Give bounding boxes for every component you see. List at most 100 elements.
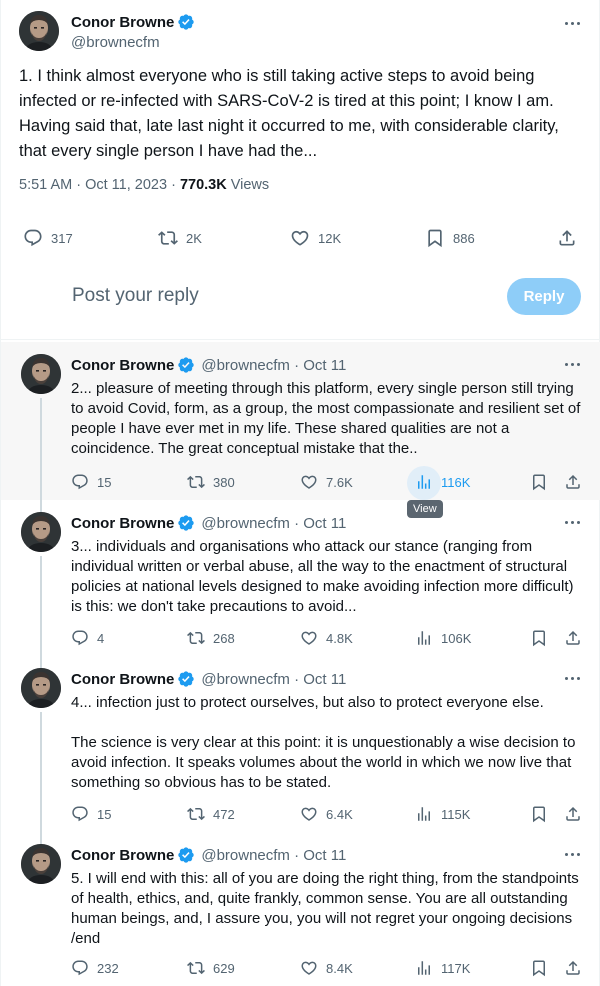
bookmark-button[interactable] [530, 629, 548, 647]
author-handle[interactable]: @brownecfm [71, 34, 160, 51]
avatar[interactable] [19, 11, 59, 51]
like-icon [300, 959, 318, 977]
reply-submit-button[interactable]: Reply [507, 278, 581, 315]
more-icon[interactable] [561, 514, 583, 530]
like-count: 6.4K [326, 806, 353, 822]
views-count: 115K [441, 806, 471, 822]
main-tweet: Conor Browne @brownecfm 1. I think almos… [1, 0, 600, 340]
bookmark-button[interactable] [530, 959, 548, 977]
views-icon [415, 959, 433, 977]
author-row: Conor Browne @brownecfm · Oct 11 [71, 670, 346, 688]
share-button[interactable] [557, 228, 577, 248]
reply-icon [71, 959, 89, 977]
reply-count: 15 [97, 474, 112, 490]
repost-icon [187, 473, 205, 491]
author-name[interactable]: Conor Browne [71, 14, 174, 31]
avatar[interactable] [21, 668, 61, 708]
bookmark-icon [530, 805, 548, 823]
reply-button[interactable]: 15 [71, 805, 111, 823]
avatar[interactable] [21, 354, 61, 394]
avatar[interactable] [21, 844, 61, 884]
tweet-text: 2... pleasure of meeting through this pl… [71, 380, 581, 457]
repost-button[interactable]: 472 [187, 805, 235, 823]
repost-icon [187, 805, 205, 823]
bookmark-button[interactable]: 886 [425, 228, 475, 248]
share-icon [564, 805, 582, 823]
repost-count: 380 [213, 474, 235, 490]
share-icon [564, 473, 582, 491]
tweet-actions: 232 629 8.4K 117K [1, 957, 600, 981]
share-button[interactable] [564, 805, 582, 823]
bookmark-icon [530, 959, 548, 977]
share-icon [564, 629, 582, 647]
repost-button[interactable]: 629 [187, 959, 235, 977]
reply-count: 4 [97, 630, 105, 646]
thread-reply[interactable]: Conor Browne @brownecfm · Oct 11 3... in… [1, 500, 600, 656]
views-icon [415, 473, 433, 491]
bookmark-button[interactable] [530, 473, 548, 491]
repost-button[interactable]: 2K [158, 228, 202, 248]
author-row: Conor Browne @brownecfm · Oct 11 [71, 356, 346, 374]
author-handle[interactable]: @brownecfm · Oct 11 [201, 357, 346, 374]
reply-button[interactable]: 4 [71, 629, 104, 647]
repost-button[interactable]: 380 [187, 473, 235, 491]
thread-reply[interactable]: Conor Browne @brownecfm · Oct 11 4... in… [1, 656, 600, 832]
share-button[interactable] [564, 629, 582, 647]
author-name[interactable]: Conor Browne [71, 515, 174, 532]
views-count: 117K [441, 960, 471, 976]
like-button[interactable]: 8.4K [300, 959, 353, 977]
bookmark-button[interactable] [530, 805, 548, 823]
repost-count: 472 [213, 806, 235, 822]
views-count: 770.3K [179, 177, 227, 193]
more-icon[interactable] [561, 15, 583, 31]
more-icon[interactable] [561, 846, 583, 862]
repost-button[interactable]: 268 [187, 629, 235, 647]
tweet-timestamp[interactable]: 5:51 AM · Oct 11, 2023 · [19, 177, 180, 193]
reply-input[interactable]: Post your reply [72, 285, 199, 307]
reply-icon [71, 805, 89, 823]
like-button[interactable]: 6.4K [300, 805, 353, 823]
reply-count: 317 [51, 230, 73, 246]
views-button[interactable]: 116K [415, 473, 470, 491]
like-button[interactable]: 12K [290, 228, 341, 248]
thread-reply[interactable]: Conor Browne @brownecfm · Oct 11 2... pl… [1, 342, 600, 500]
reply-button[interactable]: 317 [23, 228, 73, 248]
like-button[interactable]: 4.8K [300, 629, 353, 647]
verified-badge-icon [177, 670, 195, 688]
share-icon [564, 959, 582, 977]
views-button[interactable]: 106K [415, 629, 471, 647]
author-handle[interactable]: @brownecfm · Oct 11 [201, 847, 346, 864]
verified-badge-icon [177, 356, 195, 374]
views-button[interactable]: 117K [415, 959, 470, 977]
share-button[interactable] [564, 473, 582, 491]
thread-reply[interactable]: Conor Browne @brownecfm · Oct 11 5. I wi… [1, 832, 600, 986]
more-icon[interactable] [561, 356, 583, 372]
avatar[interactable] [21, 512, 61, 552]
views-button[interactable]: 115K [415, 805, 470, 823]
bookmark-icon [425, 228, 445, 248]
like-icon [300, 629, 318, 647]
handle-row: @brownecfm [71, 34, 160, 51]
like-count: 4.8K [326, 630, 353, 646]
thread-connector [40, 500, 42, 512]
like-button[interactable]: 7.6K [300, 473, 353, 491]
verified-badge-icon [177, 13, 195, 31]
reply-button[interactable]: 232 [71, 959, 119, 977]
reply-count: 232 [97, 960, 119, 976]
tweet-text: 5. I will end with this: all of you are … [71, 870, 579, 947]
author-row: Conor Browne @brownecfm · Oct 11 [71, 846, 346, 864]
author-handle[interactable]: @brownecfm · Oct 11 [201, 671, 346, 688]
thread-connector [40, 832, 42, 844]
like-count: 12K [318, 230, 342, 246]
author-name[interactable]: Conor Browne [71, 671, 174, 688]
more-icon[interactable] [561, 670, 583, 686]
share-button[interactable] [564, 959, 582, 977]
tweet-text: 4... infection just to protect ourselves… [71, 694, 576, 791]
views-icon [415, 805, 433, 823]
author-name[interactable]: Conor Browne [71, 357, 174, 374]
thread-connector [40, 656, 42, 668]
author-name[interactable]: Conor Browne [71, 847, 174, 864]
author-handle[interactable]: @brownecfm · Oct 11 [201, 515, 346, 532]
like-icon [300, 805, 318, 823]
reply-button[interactable]: 15 [71, 473, 111, 491]
